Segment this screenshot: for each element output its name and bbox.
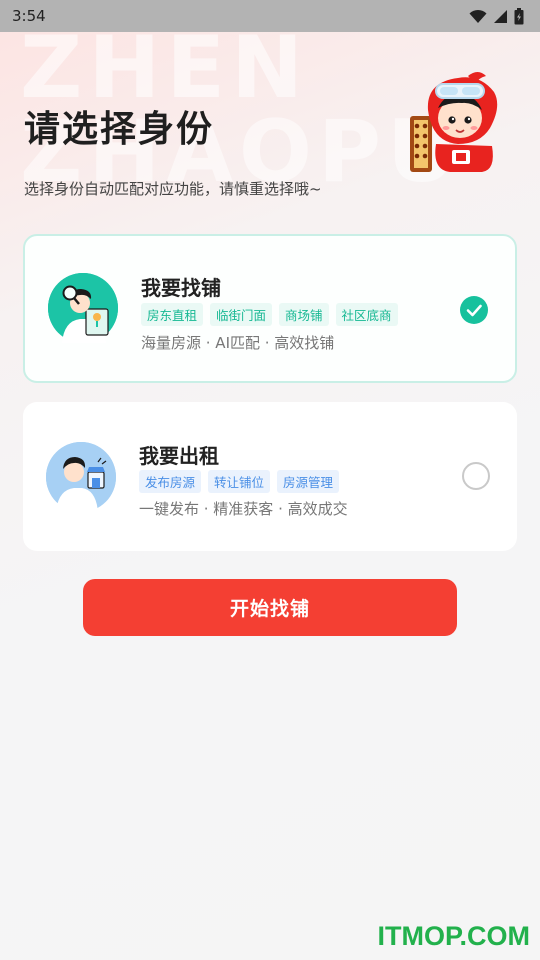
find-shop-description: 海量房源 · AI匹配 · 高效找铺 bbox=[141, 334, 335, 352]
find-shop-title: 我要找铺 bbox=[141, 276, 221, 300]
page-subtitle: 选择身份自动匹配对应功能，请慎重选择哦~ bbox=[24, 180, 322, 198]
site-watermark: ITMOP.COM bbox=[377, 921, 530, 951]
signal-icon bbox=[494, 9, 507, 23]
rent-out-tags: 发布房源 转让铺位 房源管理 bbox=[139, 470, 340, 493]
status-bar: 3:54 bbox=[0, 0, 540, 32]
rent-out-description: 一键发布 · 精准获客 · 高效成交 bbox=[139, 500, 348, 518]
person-with-shop-icon bbox=[46, 442, 116, 512]
find-shop-avatar bbox=[48, 273, 118, 343]
tag: 临街门面 bbox=[210, 303, 273, 326]
tag: 商场铺 bbox=[279, 303, 329, 326]
rent-out-title: 我要出租 bbox=[139, 444, 219, 468]
start-find-shop-button[interactable]: 开始找铺 bbox=[83, 579, 457, 636]
battery-icon bbox=[514, 7, 524, 24]
tag: 房源管理 bbox=[277, 470, 340, 493]
tag: 社区底商 bbox=[335, 303, 398, 326]
tag: 发布房源 bbox=[139, 470, 202, 493]
person-with-magnifier-icon bbox=[48, 273, 118, 343]
status-icons bbox=[469, 7, 524, 25]
tag: 转让铺位 bbox=[208, 470, 271, 493]
status-time: 3:54 bbox=[12, 7, 46, 25]
rent-out-radio[interactable] bbox=[462, 462, 490, 490]
mascot-icon bbox=[410, 72, 498, 172]
rent-out-avatar bbox=[46, 442, 116, 512]
role-card-find-shop[interactable]: 我要找铺 房东直租 临街门面 商场铺 社区底商 海量房源 · AI匹配 · 高效… bbox=[23, 234, 517, 383]
page-title: 请选择身份 bbox=[24, 109, 215, 150]
checkmark-icon bbox=[466, 304, 482, 317]
wifi-icon bbox=[469, 9, 487, 23]
find-shop-tags: 房东直租 临街门面 商场铺 社区底商 bbox=[141, 303, 398, 326]
find-shop-radio[interactable] bbox=[460, 296, 488, 324]
tag: 房东直租 bbox=[141, 303, 204, 326]
role-card-rent-out[interactable]: 我要出租 发布房源 转让铺位 房源管理 一键发布 · 精准获客 · 高效成交 bbox=[23, 402, 517, 551]
